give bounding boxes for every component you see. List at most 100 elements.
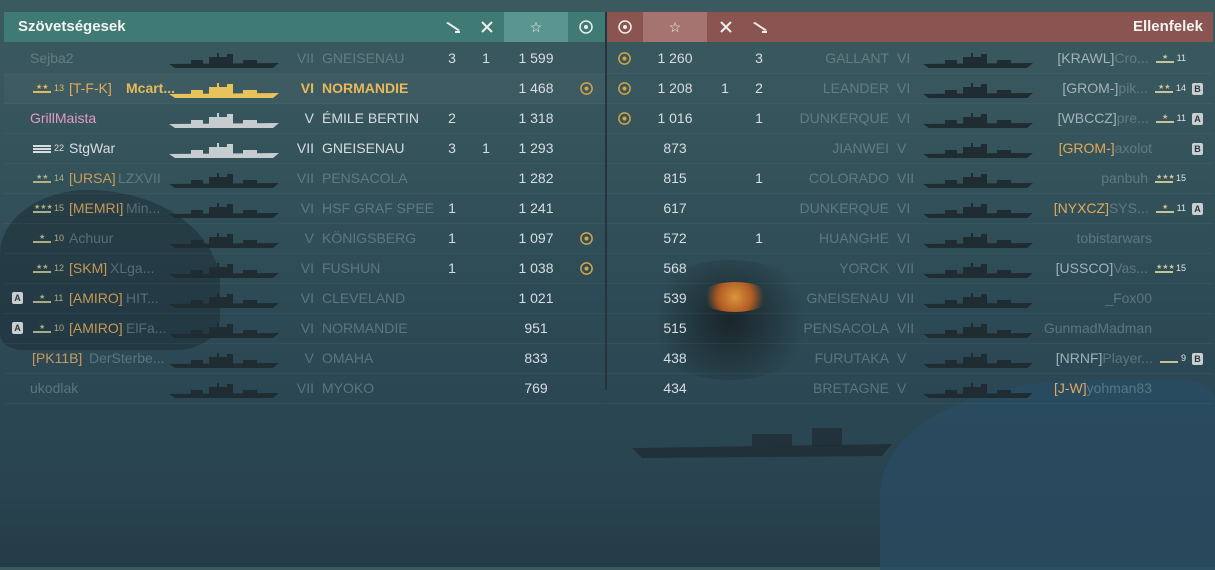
- planes-count: [713, 224, 737, 253]
- player-name[interactable]: XLga...: [110, 254, 154, 283]
- player-block[interactable]: [NRNF] Player... 9 B: [1056, 344, 1203, 373]
- rank-number: 13: [54, 83, 65, 93]
- ship-silhouette: [923, 290, 1033, 308]
- player-name[interactable]: Cro...: [1114, 44, 1148, 73]
- ally-row[interactable]: ★★ 14 [URSA] LZXVII VII PENSACOLA 1 282: [4, 164, 605, 194]
- ship-tier: VI: [300, 320, 314, 336]
- ship-tier: V: [897, 380, 907, 396]
- player-name[interactable]: SYS...: [1109, 194, 1149, 223]
- ally-row[interactable]: ukodlak VII MYOKO 769: [4, 374, 605, 404]
- ship-name: OMAHA: [322, 350, 374, 366]
- ship-name: PENSACOLA: [322, 170, 408, 186]
- player-name[interactable]: tobistarwars: [1077, 224, 1152, 253]
- enemy-row[interactable]: 1 016 1 DUNKERQUE VI [WBCCZ] pre... ★ 11 A: [607, 104, 1213, 134]
- player-name[interactable]: GunmadMadman: [1044, 314, 1152, 343]
- enemy-row[interactable]: 1 208 1 2 LEANDER VI [GROM-] pik... ★★ 14 B: [607, 74, 1213, 104]
- ally-row[interactable]: GrillMaista V ÉMILE BERTIN 2 1 318: [4, 104, 605, 134]
- enemy-row[interactable]: 1 260 3 GALLANT VI [KRAWL] Cro... ★ 11: [607, 44, 1213, 74]
- player-name[interactable]: Mcart...: [126, 74, 175, 103]
- player-name[interactable]: Player...: [1102, 344, 1153, 373]
- player-name[interactable]: StgWar: [69, 134, 115, 163]
- planes-count: [713, 104, 737, 133]
- ally-row[interactable]: A ★ 10 [AMIRO] ElFa... VI NORMANDIE 951: [4, 314, 605, 344]
- ship-name: NORMANDIE: [322, 320, 408, 336]
- rank-number: 15: [1175, 173, 1186, 183]
- player-name[interactable]: _Fox00: [1105, 284, 1152, 313]
- ship-name: ÉMILE BERTIN: [322, 110, 419, 126]
- player-block[interactable]: _Fox00: [1105, 284, 1203, 313]
- enemy-row[interactable]: 515 PENSACOLA VII GunmadMadman: [607, 314, 1213, 344]
- rank-icon: ★★★: [1154, 263, 1174, 275]
- player-name[interactable]: GrillMaista: [30, 104, 96, 133]
- player-block[interactable]: [KRAWL] Cro... ★ 11: [1057, 44, 1203, 73]
- player-name[interactable]: panbuh: [1101, 164, 1148, 193]
- player-block[interactable]: GunmadMadman: [1044, 314, 1203, 343]
- ship-name: DUNKERQUE: [799, 110, 889, 126]
- player-name[interactable]: Min...: [126, 194, 160, 223]
- ally-row[interactable]: 22 StgWar VII GNEISENAU 3 1 1 293: [4, 134, 605, 164]
- player-block[interactable]: panbuh ★★★ 15: [1101, 164, 1203, 193]
- planes-count: 1: [721, 80, 729, 96]
- enemy-row[interactable]: 539 GNEISENAU VII _Fox00: [607, 284, 1213, 314]
- enemy-row[interactable]: 815 1 COLORADO VII panbuh ★★★ 15: [607, 164, 1213, 194]
- enemy-row[interactable]: 617 DUNKERQUE VI [NYXCZ] SYS... ★ 11 A: [607, 194, 1213, 224]
- ship-tier: VII: [897, 170, 915, 186]
- enemy-row[interactable]: 568 YORCK VII [USSCO] Vas... ★★★ 15: [607, 254, 1213, 284]
- base-xp: 1 038: [518, 260, 554, 276]
- player-block[interactable]: [USSCO] Vas... ★★★ 15: [1056, 254, 1203, 283]
- ally-row[interactable]: ★★★ 15 [MEMRI] Min... VI HSF GRAF SPEE 1 1 241: [4, 194, 605, 224]
- ship-tier: VI: [300, 200, 314, 216]
- player-name[interactable]: Achuur: [69, 224, 113, 253]
- player-name[interactable]: LZXVII: [118, 164, 161, 193]
- ally-row[interactable]: ★★ 12 [SKM] XLga... VI FUSHUN 1 1 038: [4, 254, 605, 284]
- laurel-icon: [579, 74, 594, 103]
- player-name[interactable]: HIT...: [126, 284, 159, 313]
- player-block[interactable]: [WBCCZ] pre... ★ 11 A: [1058, 104, 1203, 133]
- rank-icon: ★: [1155, 113, 1175, 125]
- rank-number: 12: [54, 263, 65, 273]
- player-block[interactable]: [J-W] yohman83: [1054, 374, 1203, 403]
- player-name[interactable]: ElFa...: [126, 314, 166, 343]
- player-name[interactable]: pre...: [1117, 104, 1149, 133]
- ship-silhouette: [923, 80, 1033, 98]
- player-name[interactable]: DerSterbe...: [89, 344, 164, 373]
- planes-count: [713, 134, 737, 163]
- player-name[interactable]: yohman83: [1087, 374, 1152, 403]
- ally-row[interactable]: [PK11B] DerSterbe... V OMAHA 833: [4, 344, 605, 374]
- ally-row[interactable]: A ★ 11 [AMIRO] HIT... VI CLEVELAND 1 021: [4, 284, 605, 314]
- player-block[interactable]: [GROM-] axolot B: [1059, 134, 1203, 163]
- player-name[interactable]: Sejba2: [30, 44, 74, 73]
- rank-number: 14: [54, 173, 65, 183]
- player-name[interactable]: axolot: [1115, 134, 1152, 163]
- laurel-icon: [572, 12, 600, 42]
- base-xp: 1 282: [518, 170, 554, 186]
- svg-text:★: ★: [39, 293, 45, 301]
- enemy-row[interactable]: 434 BRETAGNE V [J-W] yohman83: [607, 374, 1213, 404]
- player-name[interactable]: ukodlak: [30, 374, 78, 403]
- player-block[interactable]: [NYXCZ] SYS... ★ 11 A: [1054, 194, 1203, 223]
- rank-icon: ★★★: [1154, 173, 1174, 185]
- enemy-row[interactable]: 572 1 HUANGHE VI tobistarwars: [607, 224, 1213, 254]
- rank-number: 22: [54, 143, 65, 153]
- enemies-header: ☆ Ellenfelek: [607, 12, 1213, 42]
- player-name[interactable]: Vas...: [1113, 254, 1148, 283]
- player-block[interactable]: [GROM-] pik... ★★ 14 B: [1062, 74, 1203, 103]
- torpedo-hits: 1: [448, 260, 456, 276]
- svg-text:★: ★: [39, 323, 45, 331]
- player-block[interactable]: tobistarwars: [1077, 224, 1203, 253]
- svg-text:★★★: ★★★: [1156, 263, 1174, 271]
- enemy-row[interactable]: 873 JIANWEI V [GROM-] axolot B: [607, 134, 1213, 164]
- torpedo-hits: 3: [448, 140, 456, 156]
- ally-row[interactable]: ★★ 13 [T-F-K] Mcart... VI NORMANDIE 1 468: [4, 74, 605, 104]
- rank-number: 14: [1175, 83, 1186, 93]
- torpedo-icon: [440, 12, 466, 42]
- player-name[interactable]: pik...: [1118, 74, 1148, 103]
- rank-number: 11: [1176, 53, 1186, 63]
- rank-icon: ★★: [32, 164, 52, 193]
- ship-silhouette: [169, 350, 279, 368]
- ship-silhouette: [169, 50, 279, 68]
- enemy-row[interactable]: 438 FURUTAKA V [NRNF] Player... 9 B: [607, 344, 1213, 374]
- ally-row[interactable]: ★ 10 Achuur V KÖNIGSBERG 1 1 097: [4, 224, 605, 254]
- ship-silhouette: [169, 110, 279, 128]
- ally-row[interactable]: Sejba2 VII GNEISENAU 3 1 1 599: [4, 44, 605, 74]
